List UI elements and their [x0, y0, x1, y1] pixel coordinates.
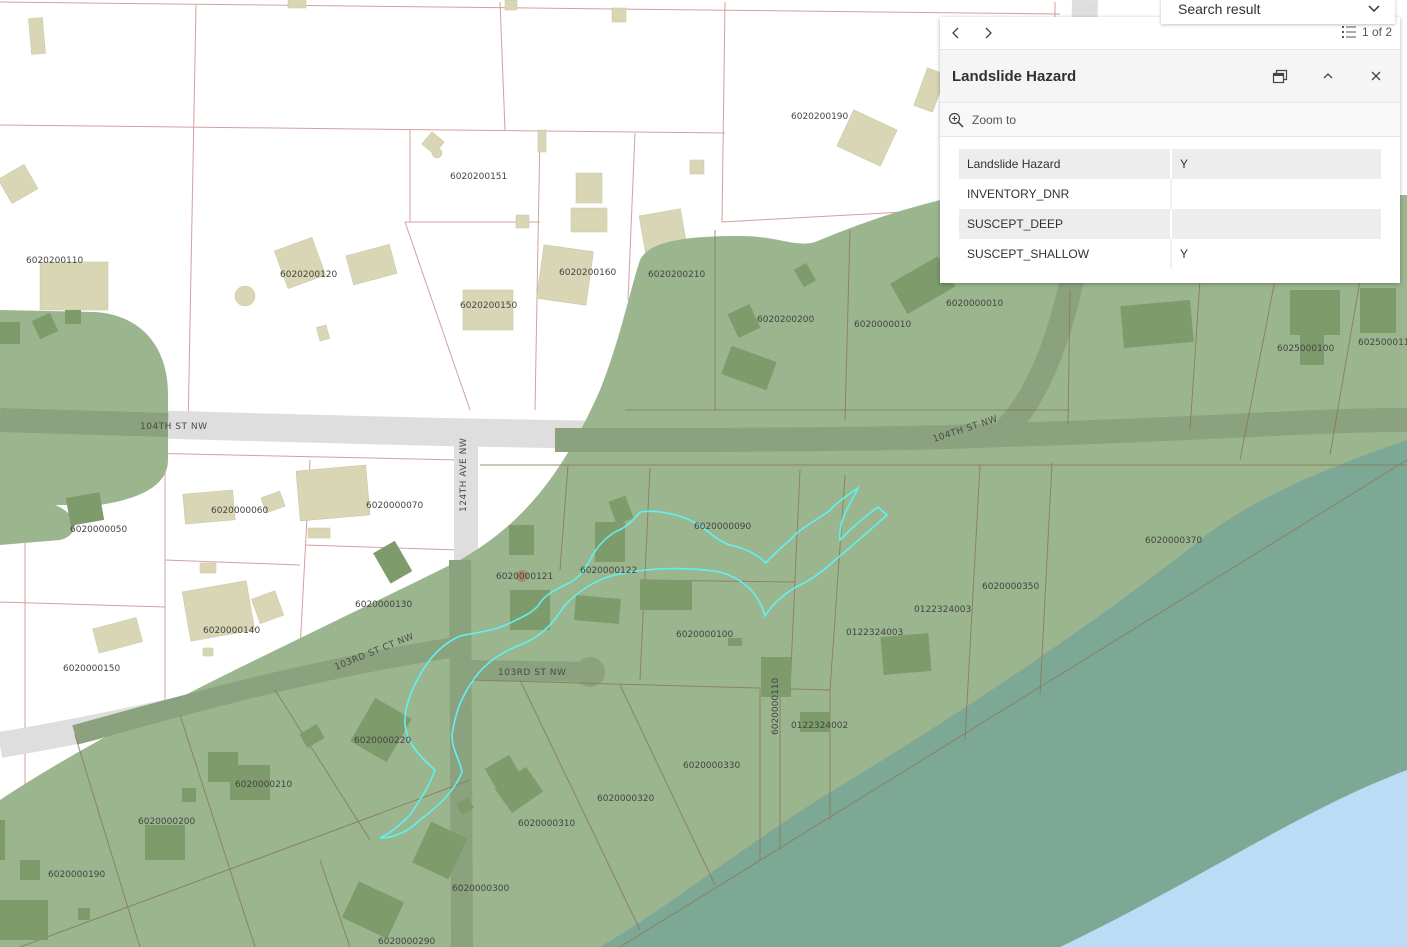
search-result-label: Search result — [1178, 1, 1261, 17]
field-value — [1171, 209, 1381, 239]
next-feature-button[interactable] — [972, 17, 1004, 49]
parcel-label: 6020000130 — [355, 600, 413, 610]
parcel-label: 6020200150 — [460, 301, 518, 311]
parcel-label: 6020200151 — [450, 172, 507, 182]
parcel-label: 6020000010 — [946, 299, 1004, 309]
table-row: SUSCEPT_SHALLOW Y — [959, 239, 1381, 269]
table-row: INVENTORY_DNR — [959, 179, 1381, 209]
field-value: Y — [1171, 149, 1381, 179]
popup-header: Landslide Hazard — [940, 49, 1400, 103]
chevron-down-icon — [1368, 5, 1380, 13]
parcel-label: 6020200210 — [648, 270, 706, 280]
parcel-label: 6020200120 — [280, 270, 338, 280]
chevron-right-icon — [985, 27, 992, 39]
collapse-button[interactable] — [1304, 50, 1352, 102]
zoom-to-label: Zoom to — [972, 112, 1017, 127]
parcel-label: 6020000121 — [496, 572, 553, 582]
parcel-label: 6020000330 — [683, 761, 741, 771]
parcel-label: 6020000140 — [203, 626, 261, 636]
chevron-up-icon — [1323, 73, 1333, 79]
parcel-label: 6020000300 — [452, 884, 510, 894]
parcel-label: 6020200200 — [757, 315, 815, 325]
parcel-label: 6020200190 — [791, 112, 849, 122]
field-value: Y — [1180, 247, 1189, 261]
table-row: SUSCEPT_DEEP — [959, 209, 1381, 239]
field-name: INVENTORY_DNR — [959, 179, 1172, 209]
parcel-label: 6020000122 — [580, 566, 637, 576]
dock-button[interactable] — [1256, 50, 1304, 102]
parcel-label: 6020000010 — [854, 320, 912, 330]
feature-count-text: 1 of 2 — [1361, 25, 1392, 39]
close-icon — [1371, 71, 1381, 81]
field-name: Landslide Hazard — [959, 149, 1172, 179]
parcel-label: 6020000050 — [70, 525, 128, 535]
parcel-label: 6020000190 — [48, 870, 106, 880]
zoom-to-action[interactable]: Zoom to — [940, 103, 1400, 137]
parcel-label: 6020000110 — [771, 677, 781, 735]
previous-feature-button[interactable] — [940, 17, 972, 49]
list-icon — [1341, 26, 1356, 38]
parcel-label: 0122324002 — [791, 721, 848, 731]
parcel-label: 6020000290 — [378, 937, 436, 947]
road-label-104th-west: 104TH ST NW — [140, 422, 208, 432]
parcel-label: 6020000220 — [354, 736, 412, 746]
table-row: Landslide Hazard Y — [959, 149, 1381, 179]
road-label-103rd-st: 103RD ST NW — [498, 668, 566, 678]
parcel-label: 6020000070 — [366, 501, 424, 511]
parcel-label: 6020000210 — [235, 780, 293, 790]
parcel-label: 6020200160 — [559, 268, 617, 278]
parcel-label: 6020000150 — [63, 664, 121, 674]
parcel-label: 6020000350 — [982, 582, 1040, 592]
chevron-left-icon — [952, 27, 959, 39]
feature-popup: 1 of 2 Landslide Hazard Zoom to Landslid… — [940, 17, 1400, 283]
parcel-label: 6020000200 — [138, 817, 196, 827]
zoom-in-icon — [948, 112, 964, 128]
field-name: SUSCEPT_DEEP — [959, 209, 1172, 239]
field-name: SUSCEPT_SHALLOW — [959, 239, 1172, 269]
parcel-label: 6020000090 — [694, 522, 752, 532]
parcel-label: 6020000060 — [211, 506, 269, 516]
parcel-label: 6020000320 — [597, 794, 655, 804]
dock-icon — [1272, 69, 1288, 84]
feature-count[interactable]: 1 of 2 — [1341, 25, 1392, 39]
search-result-dropdown[interactable]: Search result — [1161, 0, 1395, 24]
parcel-label: 6020000310 — [518, 819, 576, 829]
popup-title: Landslide Hazard — [952, 67, 1077, 85]
attribute-table: Landslide Hazard Y INVENTORY_DNR SUSCEPT… — [959, 149, 1381, 269]
road-label-124th-ave: 124TH AVE NW — [459, 438, 469, 512]
parcel-label: 0122324003 — [914, 605, 971, 615]
parcel-label: 6025000100 — [1277, 344, 1335, 354]
parcel-label: 0122324003 — [846, 628, 903, 638]
close-button[interactable] — [1352, 50, 1400, 102]
field-value — [1171, 179, 1381, 209]
parcel-label: 6020000370 — [1145, 536, 1203, 546]
parcel-label: 6020200110 — [26, 256, 84, 266]
parcel-label: 6025000110 — [1358, 338, 1407, 348]
parcel-label: 6020000100 — [676, 630, 734, 640]
